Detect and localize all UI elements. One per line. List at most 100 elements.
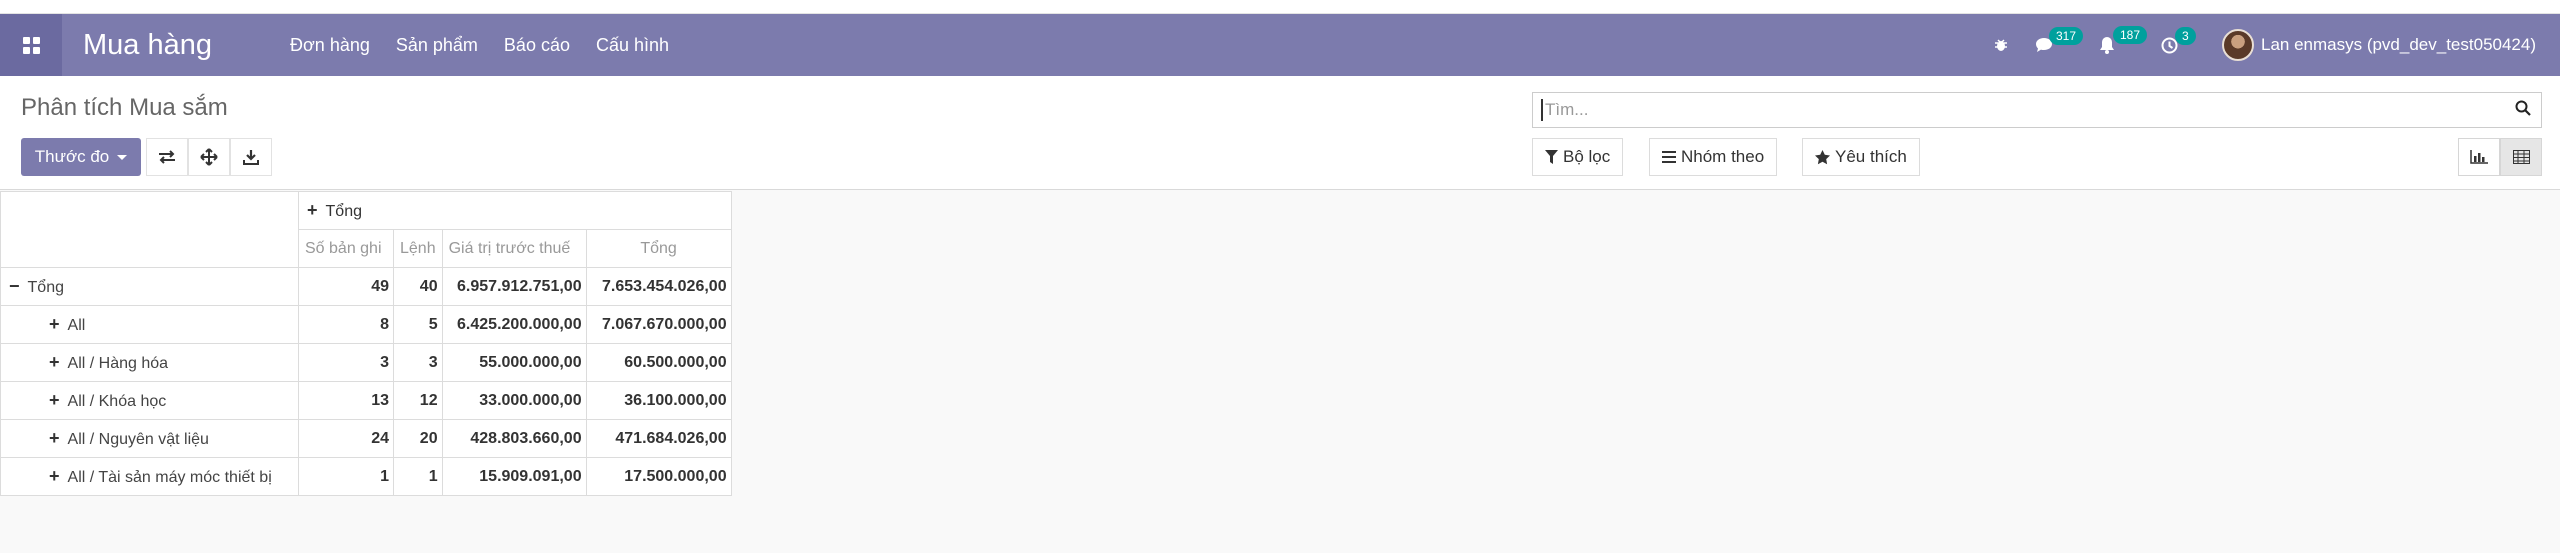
cell-value[interactable]: 428.803.660,00 xyxy=(441,419,587,458)
cell-value[interactable]: 7.653.454.026,00 xyxy=(585,267,732,306)
messages-count-badge: 317 xyxy=(2048,27,2084,45)
cell-value[interactable]: 3 xyxy=(393,343,443,382)
download-button[interactable] xyxy=(230,138,272,176)
cell-value[interactable]: 12 xyxy=(393,381,443,420)
cell-value[interactable]: 33.000.000,00 xyxy=(441,381,587,420)
star-icon xyxy=(1815,149,1830,164)
table-row: − Tổng 49 40 6.957.912.751,00 7.653.454.0… xyxy=(0,267,732,306)
messages-button[interactable]: 317 xyxy=(2035,27,2084,53)
page-title: Phân tích Mua sắm xyxy=(21,94,228,121)
row-header-group[interactable]: + All / Hàng hóa xyxy=(0,343,299,382)
activities-button[interactable]: 3 xyxy=(2161,26,2196,54)
filter-label: Bộ lọc xyxy=(1563,147,1611,166)
measure-header-count[interactable]: Số bản ghi xyxy=(298,229,394,268)
search-bar xyxy=(1532,92,2542,128)
plus-icon: + xyxy=(307,200,318,220)
graph-view-button[interactable] xyxy=(2458,138,2500,176)
cell-value[interactable]: 36.100.000,00 xyxy=(585,381,732,420)
cell-value[interactable]: 17.500.000,00 xyxy=(585,457,732,496)
notifications-button[interactable]: 187 xyxy=(2099,26,2148,54)
apps-menu-button[interactable] xyxy=(0,14,62,76)
control-panel: Phân tích Mua sắm Thước đo Bộ lọc Nhóm t… xyxy=(0,76,2560,190)
search-icon[interactable] xyxy=(2505,100,2541,121)
expand-all-button[interactable] xyxy=(188,138,230,176)
table-row: + All 8 5 6.425.200.000,00 7.067.670.000,… xyxy=(0,305,732,344)
browser-top-strip xyxy=(0,0,2560,14)
cell-value[interactable]: 13 xyxy=(298,381,394,420)
measures-label: Thước đo xyxy=(34,147,110,166)
cell-value[interactable]: 40 xyxy=(393,267,443,306)
plus-icon: + xyxy=(49,352,60,372)
row-header-group[interactable]: + All / Nguyên vật liệu xyxy=(0,419,299,458)
bar-chart-icon xyxy=(2470,150,2488,164)
notifications-count-badge: 187 xyxy=(2112,26,2148,44)
table-icon xyxy=(2512,150,2530,164)
flip-axis-icon xyxy=(159,150,175,164)
menu-item-reports[interactable]: Báo cáo xyxy=(491,14,583,76)
row-header-group[interactable]: + All xyxy=(0,305,299,344)
plus-icon: + xyxy=(49,314,60,334)
cell-value[interactable]: 1 xyxy=(393,457,443,496)
measure-header-total[interactable]: Tổng xyxy=(585,229,732,268)
plus-icon: + xyxy=(49,466,60,486)
cell-value[interactable]: 471.684.026,00 xyxy=(585,419,732,458)
menu-item-config[interactable]: Cấu hình xyxy=(583,14,682,76)
search-input[interactable] xyxy=(1541,99,2505,121)
table-row: + All / Nguyên vật liệu 24 20 428.803.660… xyxy=(0,419,732,458)
cell-value[interactable]: 55.000.000,00 xyxy=(441,343,587,382)
cell-value[interactable]: 49 xyxy=(298,267,394,306)
row-header-group[interactable]: + All / Tài sản máy móc thiết bị xyxy=(0,457,299,496)
user-menu[interactable]: Lan enmasys (pvd_dev_test050424) xyxy=(2221,29,2542,61)
row-header-group[interactable]: + All / Khóa học xyxy=(0,381,299,420)
systray: 317 187 3 Lan enmasys (pvd_dev_test05042… xyxy=(1967,14,2542,76)
expand-icon xyxy=(200,148,218,166)
row-header-total[interactable]: − Tổng xyxy=(0,267,299,306)
table-row: + All / Khóa học 13 12 33.000.000,00 36.1… xyxy=(0,381,732,420)
cell-value[interactable]: 20 xyxy=(393,419,443,458)
avatar xyxy=(2221,29,2254,61)
measure-header-untaxed[interactable]: Giá trị trước thuế xyxy=(441,229,587,268)
flip-axis-button[interactable] xyxy=(146,138,188,176)
favorites-button[interactable]: Yêu thích xyxy=(1802,138,1920,176)
activities-count-badge: 3 xyxy=(2174,26,2196,45)
user-name: Lan enmasys (pvd_dev_test050424) xyxy=(2260,35,2536,54)
cell-value[interactable]: 1 xyxy=(298,457,394,496)
plus-icon: + xyxy=(49,390,60,410)
apps-icon xyxy=(22,36,40,54)
pivot-corner xyxy=(0,191,299,268)
cell-value[interactable]: 8 xyxy=(298,305,394,344)
cell-value[interactable]: 7.067.670.000,00 xyxy=(585,305,732,344)
plus-icon: + xyxy=(49,428,60,448)
caret-down-icon xyxy=(117,154,128,160)
cell-value[interactable]: 24 xyxy=(298,419,394,458)
minus-icon: − xyxy=(9,276,20,296)
cell-value[interactable]: 3 xyxy=(298,343,394,382)
groupby-label: Nhóm theo xyxy=(1681,147,1765,166)
app-brand[interactable]: Mua hàng xyxy=(83,29,212,62)
cell-value[interactable]: 15.909.091,00 xyxy=(441,457,587,496)
table-row: + All / Hàng hóa 3 3 55.000.000,00 60.500… xyxy=(0,343,732,382)
favorites-label: Yêu thích xyxy=(1835,147,1907,166)
download-icon xyxy=(243,150,259,165)
cell-value[interactable]: 6.957.912.751,00 xyxy=(441,267,587,306)
measures-dropdown-button[interactable]: Thước đo xyxy=(21,138,141,176)
cell-value[interactable]: 6.425.200.000,00 xyxy=(441,305,587,344)
top-menu: Đơn hàng Sản phẩm Báo cáo Cấu hình xyxy=(277,14,682,76)
bell-icon xyxy=(2099,37,2114,54)
measure-header-orders[interactable]: Lệnh xyxy=(393,229,443,268)
filter-icon xyxy=(1545,150,1558,164)
pivot-col-header-total[interactable]: + Tổng xyxy=(298,191,732,230)
table-row: + All / Tài sản máy móc thiết bị 1 1 15.9… xyxy=(0,457,732,496)
main-navbar: Mua hàng Đơn hàng Sản phẩm Báo cáo Cấu h… xyxy=(0,14,2560,76)
list-icon xyxy=(1662,151,1676,163)
pivot-view-button[interactable] xyxy=(2500,138,2542,176)
cell-value[interactable]: 60.500.000,00 xyxy=(585,343,732,382)
debug-button[interactable] xyxy=(1993,37,2009,53)
view-switcher xyxy=(2458,138,2542,176)
groupby-button[interactable]: Nhóm theo xyxy=(1649,138,1778,176)
cell-value[interactable]: 5 xyxy=(393,305,443,344)
pivot-table: + Tổng Số bản ghi Lệnh Giá trị trước thuế… xyxy=(0,191,732,496)
filter-button[interactable]: Bộ lọc xyxy=(1532,138,1624,176)
menu-item-products[interactable]: Sản phẩm xyxy=(383,14,491,76)
menu-item-orders[interactable]: Đơn hàng xyxy=(277,14,383,76)
